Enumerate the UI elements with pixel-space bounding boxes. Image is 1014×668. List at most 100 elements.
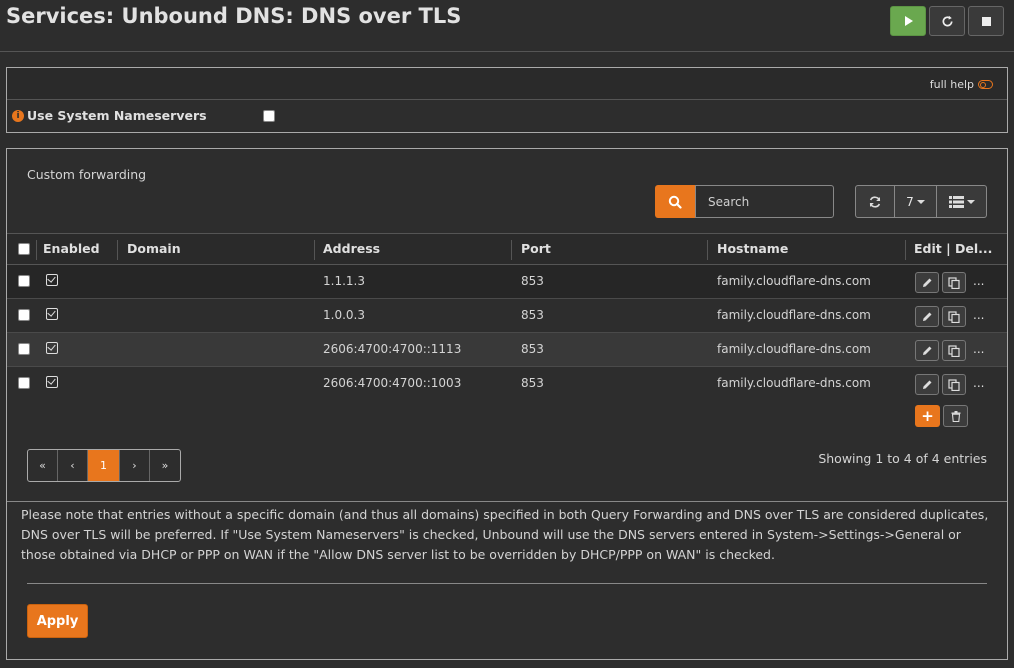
column-header-commands: Edit | Del... — [914, 241, 993, 256]
info-icon[interactable]: i — [12, 110, 24, 122]
select-all-checkbox[interactable] — [18, 243, 30, 255]
row-select-checkbox[interactable] — [18, 343, 30, 355]
stop-service-button[interactable] — [968, 6, 1004, 36]
search-icon — [668, 195, 682, 209]
note-divider — [7, 501, 1007, 502]
cell-hostname: family.cloudflare-dns.com — [717, 342, 871, 356]
next-page-button[interactable]: › — [120, 450, 150, 481]
row-count-value: 7 — [906, 194, 914, 209]
section-title: Custom forwarding — [27, 167, 147, 182]
cell-address: 2606:4700:4700::1003 — [323, 376, 462, 390]
restart-service-button[interactable] — [929, 6, 965, 36]
enabled-check-icon[interactable] — [46, 274, 58, 286]
table-row[interactable]: 1.0.0.3 853 family.cloudflare-dns.com ..… — [7, 299, 1007, 333]
table-row[interactable]: 1.1.1.3 853 family.cloudflare-dns.com ..… — [7, 265, 1007, 299]
stop-icon — [981, 16, 991, 26]
section-divider — [27, 583, 987, 584]
cell-port: 853 — [521, 308, 544, 322]
copy-icon — [948, 276, 960, 289]
page-title: Services: Unbound DNS: DNS over TLS — [6, 4, 462, 28]
cell-address: 2606:4700:4700::1113 — [323, 342, 462, 356]
column-header-enabled[interactable]: Enabled — [43, 241, 100, 256]
cell-port: 853 — [521, 274, 544, 288]
cell-address: 1.0.0.3 — [323, 308, 365, 322]
title-divider — [0, 51, 1014, 52]
service-controls — [890, 6, 1004, 36]
edit-button[interactable] — [915, 272, 939, 293]
full-help-label: full help — [929, 78, 974, 91]
note-text: Please note that entries without a speci… — [21, 507, 989, 562]
table-row[interactable]: 2606:4700:4700::1003 853 family.cloudfla… — [7, 367, 1007, 401]
current-page-button[interactable]: 1 — [88, 450, 120, 481]
panel-header: full help — [7, 68, 1007, 100]
delete-selected-button[interactable] — [943, 405, 968, 427]
refresh-icon — [869, 195, 881, 208]
refresh-grid-button[interactable] — [855, 185, 895, 218]
search-input[interactable] — [695, 185, 834, 218]
toggle-icon — [978, 80, 993, 89]
cell-hostname: family.cloudflare-dns.com — [717, 376, 871, 390]
copy-icon — [948, 310, 960, 323]
copy-button[interactable] — [942, 272, 966, 293]
full-help-toggle[interactable]: full help — [930, 78, 993, 91]
pencil-icon — [922, 312, 931, 321]
column-header-hostname[interactable]: Hostname — [717, 241, 788, 256]
first-page-button[interactable]: « — [28, 450, 58, 481]
use-system-nameservers-row: i Use System Nameservers — [7, 100, 1007, 132]
refresh-icon — [942, 15, 953, 26]
cell-port: 853 — [521, 342, 544, 356]
edit-button[interactable] — [915, 306, 939, 327]
use-system-nameservers-checkbox[interactable] — [263, 110, 275, 122]
enabled-check-icon[interactable] — [46, 308, 58, 320]
pencil-icon — [922, 278, 931, 287]
play-icon — [905, 16, 913, 26]
cell-hostname: family.cloudflare-dns.com — [717, 308, 871, 322]
search-button[interactable] — [655, 185, 695, 218]
cell-hostname: family.cloudflare-dns.com — [717, 274, 871, 288]
row-select-checkbox[interactable] — [18, 309, 30, 321]
entries-info: Showing 1 to 4 of 4 entries — [818, 451, 987, 466]
copy-button[interactable] — [942, 306, 966, 327]
trash-icon — [951, 410, 960, 422]
edit-button[interactable] — [915, 340, 939, 361]
column-header-port[interactable]: Port — [521, 241, 551, 256]
column-divider — [511, 240, 512, 260]
last-page-button[interactable]: » — [150, 450, 180, 481]
pencil-icon — [922, 346, 931, 355]
edit-button[interactable] — [915, 374, 939, 395]
row-select-checkbox[interactable] — [18, 275, 30, 287]
caret-down-icon — [966, 199, 975, 204]
prev-page-button[interactable]: ‹ — [58, 450, 88, 481]
more-commands[interactable]: ... — [973, 274, 984, 288]
enabled-check-icon[interactable] — [46, 376, 58, 388]
table-row[interactable]: 2606:4700:4700::1113 853 family.cloudfla… — [7, 333, 1007, 367]
column-header-domain[interactable]: Domain — [127, 241, 181, 256]
table-header: Enabled Domain Address Port Hostname Edi… — [7, 233, 1007, 265]
column-divider — [707, 240, 708, 260]
apply-button[interactable]: Apply — [27, 604, 88, 638]
column-divider — [117, 240, 118, 260]
row-select-checkbox[interactable] — [18, 377, 30, 389]
copy-button[interactable] — [942, 374, 966, 395]
column-divider — [905, 240, 906, 260]
column-divider — [314, 240, 315, 260]
caret-down-icon — [916, 199, 925, 204]
more-commands[interactable]: ... — [973, 308, 984, 322]
column-header-address[interactable]: Address — [323, 241, 380, 256]
general-settings-panel: full help i Use System Nameservers — [6, 67, 1008, 133]
more-commands[interactable]: ... — [973, 376, 984, 390]
enabled-check-icon[interactable] — [46, 342, 58, 354]
column-selection-dropdown[interactable] — [937, 185, 987, 218]
copy-icon — [948, 344, 960, 357]
copy-button[interactable] — [942, 340, 966, 361]
pencil-icon — [922, 380, 931, 389]
start-service-button[interactable] — [890, 6, 926, 36]
column-divider — [36, 240, 37, 260]
cell-address: 1.1.1.3 — [323, 274, 365, 288]
grid-actions: 7 — [855, 185, 987, 218]
row-count-dropdown[interactable]: 7 — [895, 185, 937, 218]
more-commands[interactable]: ... — [973, 342, 984, 356]
cell-port: 853 — [521, 376, 544, 390]
add-row-button[interactable]: + — [915, 405, 940, 427]
copy-icon — [948, 378, 960, 391]
